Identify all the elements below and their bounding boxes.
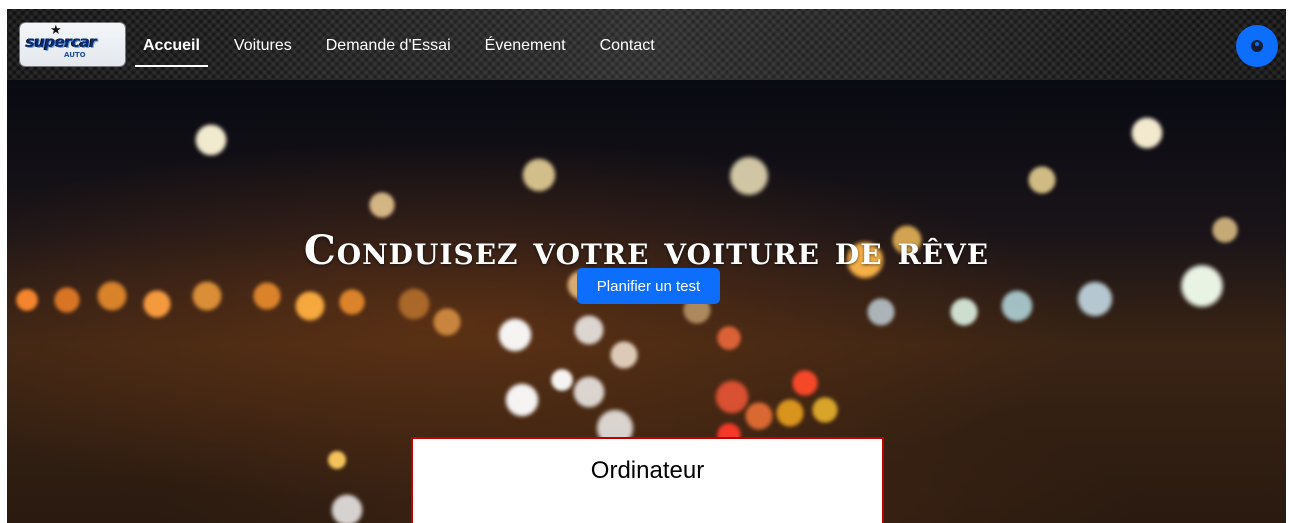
bokeh-light: [330, 493, 364, 523]
bokeh-light: [142, 289, 172, 319]
bokeh-light: [191, 280, 223, 312]
brand-logo-word: supercar: [26, 33, 97, 51]
bokeh-light: [497, 317, 533, 353]
bokeh-light: [432, 307, 462, 337]
bokeh-light: [53, 286, 81, 314]
bokeh-light: [609, 340, 639, 370]
bokeh-light: [791, 369, 819, 397]
nav-link-evenement[interactable]: Évenement: [485, 35, 566, 55]
bokeh-light: [716, 325, 742, 351]
bokeh-light: [572, 375, 606, 409]
top-navbar: ★ supercar AUTO Accueil Voitures Demande…: [7, 9, 1286, 80]
bokeh-light: [252, 281, 282, 311]
bokeh-light: [775, 398, 805, 428]
bokeh-light: [521, 157, 557, 193]
hero-title: Conduisez votre voiture de rêve: [303, 226, 990, 274]
bokeh-light: [15, 288, 39, 312]
bokeh-light: [728, 155, 770, 197]
caption-text: Ordinateur: [590, 457, 705, 484]
bokeh-light: [194, 123, 228, 157]
bokeh-light: [397, 287, 431, 321]
nav-link-contact[interactable]: Contact: [600, 35, 655, 55]
bokeh-light: [1130, 116, 1164, 150]
bokeh-light: [338, 288, 366, 316]
bokeh-light: [1027, 165, 1057, 195]
nav-links: Accueil Voitures Demande d'Essai Éveneme…: [135, 9, 689, 80]
bokeh-light: [327, 450, 347, 470]
profile-button[interactable]: [1236, 25, 1278, 67]
bokeh-light: [1000, 289, 1034, 323]
bokeh-light: [1076, 280, 1114, 318]
nav-link-demande-essai[interactable]: Demande d'Essai: [326, 35, 451, 55]
bokeh-light: [573, 314, 605, 346]
bokeh-light: [866, 297, 896, 327]
user-circle-icon: [1251, 40, 1263, 52]
bokeh-light: [949, 297, 979, 327]
brand-logo[interactable]: ★ supercar AUTO: [20, 23, 125, 66]
bokeh-light: [368, 191, 396, 219]
nav-link-voitures[interactable]: Voitures: [234, 35, 292, 55]
bokeh-light: [744, 401, 774, 431]
caption-box: Ordinateur: [411, 437, 884, 523]
nav-link-accueil[interactable]: Accueil: [135, 35, 208, 67]
bokeh-light: [811, 396, 839, 424]
schedule-test-button[interactable]: Planifier un test: [577, 268, 720, 304]
bokeh-light: [504, 382, 540, 418]
bokeh-light: [294, 290, 326, 322]
bokeh-light: [550, 368, 574, 392]
brand-logo-sub: AUTO: [64, 51, 86, 59]
screenshot-frame: ★ supercar AUTO Accueil Voitures Demande…: [0, 0, 1289, 523]
bokeh-light: [96, 280, 128, 312]
